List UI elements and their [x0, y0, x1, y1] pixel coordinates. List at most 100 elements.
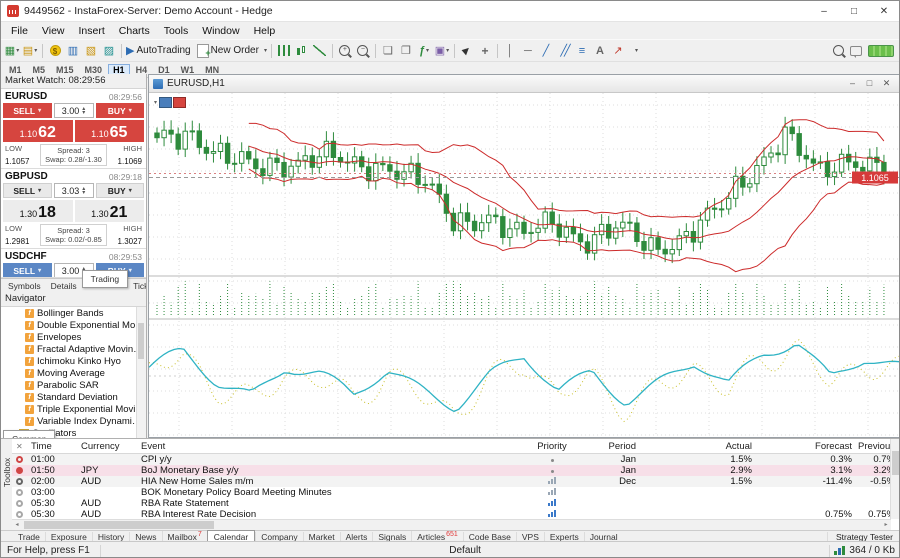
- toolbox-tab-market[interactable]: Market: [303, 532, 340, 542]
- scrollbar-thumb[interactable]: [138, 323, 144, 359]
- new-chart-icon[interactable]: ▦▾: [4, 42, 20, 59]
- data-window-icon[interactable]: ▥: [65, 42, 81, 59]
- chart-bars-icon[interactable]: [276, 42, 292, 59]
- volume-stepper[interactable]: 3.00▴▾: [54, 103, 94, 118]
- navigator-toggle-icon[interactable]: ▧: [83, 42, 99, 59]
- toolbox-tab-signals[interactable]: Signals: [372, 532, 411, 542]
- buy-price[interactable]: 1.3021: [75, 200, 145, 222]
- navigator-item[interactable]: fMoving Average: [1, 367, 146, 379]
- navigator-item[interactable]: fBollinger Bands: [1, 307, 146, 319]
- column-header-forecast[interactable]: Forecast: [758, 441, 858, 452]
- fibonacci-tool-icon[interactable]: ≡: [574, 42, 590, 59]
- chart-candles-icon[interactable]: [294, 42, 310, 59]
- objects-list-icon[interactable]: ▣▾: [434, 42, 450, 59]
- menu-file[interactable]: File: [4, 24, 35, 38]
- market-watch-tab-ticks[interactable]: Ticks: [128, 280, 147, 292]
- buy-button[interactable]: BUY▾: [96, 103, 145, 118]
- price-chart[interactable]: ▾ 1.1065: [149, 93, 899, 437]
- navigator-scrollbar[interactable]: [136, 307, 146, 438]
- sell-price[interactable]: 1.3018: [3, 200, 73, 222]
- toolbox-toggle-icon[interactable]: ▨: [101, 42, 117, 59]
- indicators-list-icon[interactable]: ƒ▾: [416, 42, 432, 59]
- toolbox-tab-journal[interactable]: Journal: [584, 532, 623, 542]
- market-watch-tab-details[interactable]: Details: [46, 280, 82, 292]
- horizontal-line-tool-icon[interactable]: ─: [520, 42, 536, 59]
- profiles-icon[interactable]: ▤▾: [22, 42, 38, 59]
- close-button[interactable]: ✕: [869, 1, 899, 21]
- calendar-event-row[interactable]: 02:00AUDHIA New Home Sales m/mDec1.5%-11…: [12, 476, 900, 487]
- maximize-button[interactable]: □: [839, 1, 869, 21]
- scrollbar-thumb[interactable]: [892, 451, 899, 475]
- zoom-in-icon[interactable]: +: [337, 42, 353, 59]
- toolbox-tab-exposure[interactable]: Exposure: [45, 532, 92, 542]
- strategy-tester-label[interactable]: Strategy Tester: [827, 532, 900, 542]
- calendar-header-row[interactable]: ✕TimeCurrencyEventPriorityPeriodActualFo…: [12, 439, 900, 454]
- tile-windows-icon[interactable]: ❏: [380, 42, 396, 59]
- calendar-event-row[interactable]: 03:00BOK Monetary Policy Board Meeting M…: [12, 487, 900, 498]
- one-click-trading-badge[interactable]: ▾: [154, 97, 186, 108]
- navigator-item[interactable]: fVariable Index Dynamic Average: [1, 415, 146, 427]
- cascade-windows-icon[interactable]: ❐: [398, 42, 414, 59]
- toolbox-tab-history[interactable]: History: [92, 532, 129, 542]
- search-icon[interactable]: [830, 42, 846, 59]
- market-watch-tab-symbols[interactable]: Symbols: [3, 280, 46, 292]
- market-watch-tab-trading[interactable]: Trading: [82, 270, 129, 288]
- column-header-priority[interactable]: Priority: [530, 441, 574, 452]
- toolbox-tab-code-base[interactable]: Code Base: [463, 532, 516, 542]
- navigator-item[interactable]: fEnvelopes: [1, 331, 146, 343]
- navigator-item[interactable]: fStandard Deviation: [1, 391, 146, 403]
- menu-insert[interactable]: Insert: [72, 24, 112, 38]
- navigator-item[interactable]: fFractal Adaptive Moving Average: [1, 343, 146, 355]
- toolbox-tab-experts[interactable]: Experts: [544, 532, 584, 542]
- scroll-left-icon[interactable]: ◂: [12, 520, 22, 530]
- menu-tools[interactable]: Tools: [157, 24, 196, 38]
- chart-close-button[interactable]: ✕: [878, 78, 895, 89]
- scroll-right-icon[interactable]: ▸: [881, 520, 891, 530]
- sell-button[interactable]: SELL▾: [3, 263, 52, 278]
- toolbox-tab-vps[interactable]: VPS: [516, 532, 544, 542]
- navigator-item[interactable]: fIchimoku Kinko Hyo: [1, 355, 146, 367]
- more-tools-icon[interactable]: ▾: [628, 42, 644, 59]
- status-profile[interactable]: Default: [443, 545, 487, 556]
- volume-stepper[interactable]: 3.03▴▾: [54, 183, 94, 198]
- new-order-button[interactable]: New Order▾: [197, 42, 267, 59]
- navigator-tab-common[interactable]: Common: [3, 430, 55, 438]
- navigator-item[interactable]: fTriple Exponential Moving Average: [1, 403, 146, 415]
- buy-button[interactable]: BUY▾: [96, 183, 145, 198]
- arrows-tool-icon[interactable]: ↗: [610, 42, 626, 59]
- menu-help[interactable]: Help: [247, 24, 283, 38]
- market-watch-symbol-gbpusd[interactable]: GBPUSD08:29:18SELL▾3.03▴▾BUY▾1.30181.302…: [1, 169, 146, 249]
- calendar-vertical-scrollbar[interactable]: [890, 439, 900, 519]
- vertical-line-tool-icon[interactable]: │: [502, 42, 518, 59]
- chart-restore-button[interactable]: □: [861, 78, 878, 89]
- community-icon[interactable]: [848, 42, 864, 59]
- column-header-time[interactable]: Time: [28, 441, 78, 452]
- navigator-item[interactable]: fDouble Exponential Moving Average: [1, 319, 146, 331]
- chart-line-icon[interactable]: [312, 42, 328, 59]
- calendar-event-row[interactable]: 01:50JPYBoJ Monetary Base y/yJan2.9%3.1%…: [12, 465, 900, 476]
- menu-view[interactable]: View: [35, 24, 72, 38]
- calendar-event-row[interactable]: 05:30AUDRBA Rate Statement: [12, 498, 900, 509]
- column-header-actual[interactable]: Actual: [642, 441, 758, 452]
- sell-button[interactable]: SELL▾: [3, 183, 52, 198]
- stepper-arrows-icon[interactable]: ▴▾: [82, 187, 85, 195]
- toolbox-tab-news[interactable]: News: [129, 532, 161, 542]
- minimize-button[interactable]: –: [809, 1, 839, 21]
- market-watch-symbol-eurusd[interactable]: EURUSD08:29:56SELL▾3.00▴▾BUY▾1.10621.106…: [1, 89, 146, 169]
- column-header-period[interactable]: Period: [574, 441, 642, 452]
- text-tool-icon[interactable]: A: [592, 42, 608, 59]
- menu-charts[interactable]: Charts: [112, 24, 157, 38]
- trendline-tool-icon[interactable]: ╱: [538, 42, 554, 59]
- navigator-item[interactable]: fParabolic SAR: [1, 379, 146, 391]
- column-header-currency[interactable]: Currency: [78, 441, 138, 452]
- buy-price[interactable]: 1.1065: [75, 120, 145, 142]
- stepper-arrows-icon[interactable]: ▴▾: [82, 107, 85, 115]
- chart-minimize-button[interactable]: –: [844, 78, 861, 89]
- autotrading-button[interactable]: ▶AutoTrading: [126, 42, 195, 59]
- market-watch-icon[interactable]: $: [47, 42, 63, 59]
- chart-title-bar[interactable]: EURUSD,H1 – □ ✕: [149, 75, 899, 93]
- toolbox-tab-trade[interactable]: Trade: [13, 532, 45, 542]
- zoom-out-icon[interactable]: −: [355, 42, 371, 59]
- crosshair-tool-icon[interactable]: +: [477, 42, 493, 59]
- toolbox-close-icon[interactable]: ✕: [12, 442, 28, 451]
